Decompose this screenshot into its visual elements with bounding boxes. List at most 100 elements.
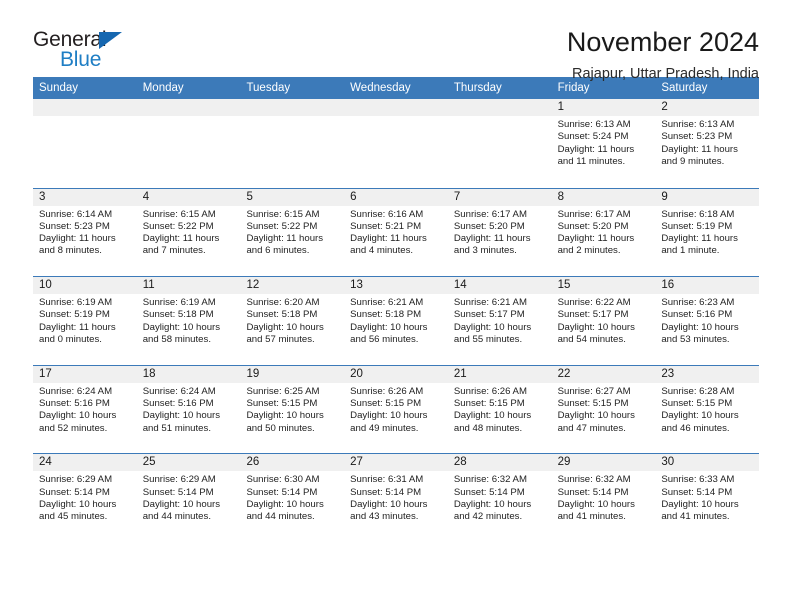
sunset-text: Sunset: 5:22 PM: [246, 220, 318, 232]
sunrise-text: Sunrise: 6:24 AM: [39, 385, 113, 397]
calendar-day-cell[interactable]: 15 Sunrise: 6:22 AM Sunset: 5:17 PM Dayligh…: [551, 277, 656, 365]
sunset-text: Sunset: 5:24 PM: [557, 131, 629, 143]
calendar-day-cell[interactable]: 22 Sunrise: 6:27 AM Sunset: 5:15 PM Dayligh…: [551, 365, 656, 454]
calendar-day-empty: [240, 99, 345, 188]
calendar-day-cell[interactable]: 28 Sunrise: 6:32 AM Sunset: 5:14 PM Dayligh…: [447, 454, 552, 542]
day-details: Sunrise: 6:13 AM Sunset: 5:23 PM Daylight:…: [655, 116, 759, 168]
calendar-day-cell[interactable]: 10 Sunrise: 6:19 AM Sunset: 5:19 PM Dayligh…: [33, 277, 137, 365]
sunrise-text: Sunrise: 6:21 AM: [350, 297, 424, 309]
daylight-text-line1: Daylight: 10 hours: [453, 410, 532, 422]
daylight-text-line1: Daylight: 10 hours: [246, 321, 324, 333]
page-title: November 2024: [566, 27, 759, 57]
calendar-day-cell[interactable]: 23 Sunrise: 6:28 AM Sunset: 5:15 PM Dayligh…: [655, 365, 760, 454]
daylight-text-line1: Daylight: 10 hours: [557, 410, 635, 422]
day-number: 26: [240, 454, 345, 472]
daylight-text-line1: Daylight: 10 hours: [350, 321, 428, 333]
sunrise-text: Sunrise: 6:19 AM: [142, 297, 216, 309]
calendar-day-cell[interactable]: 20 Sunrise: 6:26 AM Sunset: 5:15 PM Dayligh…: [344, 365, 448, 454]
sunrise-text: Sunrise: 6:28 AM: [661, 385, 735, 397]
calendar-day-cell[interactable]: 24 Sunrise: 6:29 AM Sunset: 5:14 PM Dayligh…: [33, 454, 137, 542]
day-number: 4: [136, 188, 241, 206]
page-header: General Blue November 2024 Rajapur, Utta…: [33, 0, 759, 83]
daylight-text-line1: Daylight: 10 hours: [246, 498, 324, 510]
day-details: Sunrise: 6:15 AM Sunset: 5:22 PM Daylight:…: [240, 206, 344, 258]
day-details: Sunrise: 6:23 AM Sunset: 5:16 PM Daylight:…: [655, 294, 759, 346]
sunrise-text: Sunrise: 6:30 AM: [246, 474, 320, 486]
calendar-day-cell[interactable]: 3 Sunrise: 6:14 AM Sunset: 5:23 PM Daylight…: [33, 188, 137, 277]
day-details: Sunrise: 6:15 AM Sunset: 5:22 PM Daylight:…: [137, 206, 241, 258]
day-number: 10: [33, 277, 137, 295]
daylight-text-line1: Daylight: 11 hours: [453, 233, 531, 245]
day-number: 25: [136, 454, 241, 472]
day-details: Sunrise: 6:19 AM Sunset: 5:18 PM Daylight:…: [137, 294, 241, 346]
calendar-day-cell[interactable]: 6 Sunrise: 6:16 AM Sunset: 5:21 PM Daylight…: [344, 188, 448, 277]
calendar-day-cell[interactable]: 8 Sunrise: 6:17 AM Sunset: 5:20 PM Daylight…: [551, 188, 656, 277]
day-details: Sunrise: 6:29 AM Sunset: 5:14 PM Daylight:…: [137, 471, 241, 523]
daylight-text-line2: and 6 minutes.: [246, 245, 310, 257]
calendar-day-cell[interactable]: 11 Sunrise: 6:19 AM Sunset: 5:18 PM Dayligh…: [136, 277, 241, 365]
sunset-text: Sunset: 5:19 PM: [39, 309, 110, 321]
daylight-text-line2: and 58 minutes.: [142, 334, 211, 346]
daylight-text-line2: and 52 minutes.: [39, 422, 108, 434]
calendar-day-cell[interactable]: 1 Sunrise: 6:13 AM Sunset: 5:24 PM Daylight…: [551, 99, 656, 188]
calendar-day-cell[interactable]: 14 Sunrise: 6:21 AM Sunset: 5:17 PM Dayligh…: [447, 277, 552, 365]
calendar-day-cell[interactable]: 17 Sunrise: 6:24 AM Sunset: 5:16 PM Dayligh…: [33, 365, 137, 454]
calendar-day-cell[interactable]: 16 Sunrise: 6:23 AM Sunset: 5:16 PM Dayligh…: [655, 277, 760, 365]
daylight-text-line2: and 44 minutes.: [142, 511, 211, 523]
daylight-text-line2: and 11 minutes.: [557, 155, 626, 167]
day-number: 30: [655, 454, 760, 472]
day-details: Sunrise: 6:25 AM Sunset: 5:15 PM Daylight:…: [240, 383, 344, 435]
sunset-text: Sunset: 5:23 PM: [661, 131, 733, 143]
sunrise-text: Sunrise: 6:27 AM: [557, 385, 631, 397]
weekday-header-row: Sunday Monday Tuesday Wednesday Thursday…: [33, 77, 759, 99]
daylight-text-line1: Daylight: 10 hours: [453, 498, 532, 510]
sunset-text: Sunset: 5:14 PM: [453, 486, 525, 498]
daylight-text-line2: and 2 minutes.: [557, 245, 621, 257]
daylight-text-line1: Daylight: 10 hours: [557, 321, 635, 333]
daylight-text-line2: and 9 minutes.: [661, 155, 725, 167]
calendar-day-cell[interactable]: 30 Sunrise: 6:33 AM Sunset: 5:14 PM Dayligh…: [655, 454, 760, 542]
daylight-text-line1: Daylight: 10 hours: [453, 321, 532, 333]
daylight-text-line2: and 1 minute.: [661, 245, 720, 257]
daylight-text-line1: Daylight: 10 hours: [661, 410, 739, 422]
sunset-text: Sunset: 5:15 PM: [557, 398, 629, 410]
day-details: Sunrise: 6:26 AM Sunset: 5:15 PM Daylight:…: [448, 383, 552, 435]
daylight-text-line2: and 45 minutes.: [39, 511, 108, 523]
daylight-text-line2: and 8 minutes.: [39, 245, 102, 257]
day-number: [344, 99, 448, 116]
calendar-day-cell[interactable]: 5 Sunrise: 6:15 AM Sunset: 5:22 PM Daylight…: [240, 188, 345, 277]
sunset-text: Sunset: 5:14 PM: [557, 486, 629, 498]
daylight-text-line1: Daylight: 10 hours: [39, 410, 117, 422]
calendar-day-cell[interactable]: 19 Sunrise: 6:25 AM Sunset: 5:15 PM Dayligh…: [240, 365, 345, 454]
calendar-day-cell[interactable]: 26 Sunrise: 6:30 AM Sunset: 5:14 PM Dayligh…: [240, 454, 345, 542]
sunset-text: Sunset: 5:18 PM: [142, 309, 214, 321]
day-details: Sunrise: 6:33 AM Sunset: 5:14 PM Daylight:…: [655, 471, 759, 523]
day-details: Sunrise: 6:30 AM Sunset: 5:14 PM Daylight:…: [240, 471, 344, 523]
sunrise-text: Sunrise: 6:15 AM: [142, 208, 216, 220]
calendar-day-cell[interactable]: 29 Sunrise: 6:32 AM Sunset: 5:14 PM Dayligh…: [551, 454, 656, 542]
sunrise-text: Sunrise: 6:21 AM: [453, 297, 527, 309]
sunset-text: Sunset: 5:14 PM: [39, 486, 110, 498]
calendar-day-cell[interactable]: 9 Sunrise: 6:18 AM Sunset: 5:19 PM Daylight…: [655, 188, 760, 277]
calendar-day-cell[interactable]: 2 Sunrise: 6:13 AM Sunset: 5:23 PM Daylight…: [655, 99, 760, 188]
general-blue-logo[interactable]: General Blue: [33, 28, 148, 78]
calendar-day-cell[interactable]: 25 Sunrise: 6:29 AM Sunset: 5:14 PM Dayligh…: [136, 454, 241, 542]
day-number: 14: [447, 277, 552, 295]
calendar-day-cell[interactable]: 4 Sunrise: 6:15 AM Sunset: 5:22 PM Daylight…: [136, 188, 241, 277]
daylight-text-line2: and 44 minutes.: [246, 511, 315, 523]
sunrise-text: Sunrise: 6:19 AM: [39, 297, 113, 309]
sunset-text: Sunset: 5:14 PM: [142, 486, 214, 498]
calendar-day-cell[interactable]: 12 Sunrise: 6:20 AM Sunset: 5:18 PM Dayligh…: [240, 277, 345, 365]
calendar-day-cell[interactable]: 21 Sunrise: 6:26 AM Sunset: 5:15 PM Dayligh…: [447, 365, 552, 454]
daylight-text-line1: Daylight: 11 hours: [246, 233, 324, 245]
calendar-day-cell[interactable]: 27 Sunrise: 6:31 AM Sunset: 5:14 PM Dayligh…: [344, 454, 448, 542]
sunrise-text: Sunrise: 6:26 AM: [453, 385, 527, 397]
daylight-text-line2: and 47 minutes.: [557, 422, 626, 434]
calendar-day-cell[interactable]: 7 Sunrise: 6:17 AM Sunset: 5:20 PM Daylight…: [447, 188, 552, 277]
daylight-text-line2: and 4 minutes.: [350, 245, 414, 257]
calendar-day-cell[interactable]: 13 Sunrise: 6:21 AM Sunset: 5:18 PM Dayligh…: [344, 277, 448, 365]
daylight-text-line1: Daylight: 11 hours: [661, 143, 738, 155]
calendar-day-cell[interactable]: 18 Sunrise: 6:24 AM Sunset: 5:16 PM Dayligh…: [136, 365, 241, 454]
day-number: 17: [33, 365, 137, 383]
sunrise-text: Sunrise: 6:13 AM: [661, 119, 735, 130]
